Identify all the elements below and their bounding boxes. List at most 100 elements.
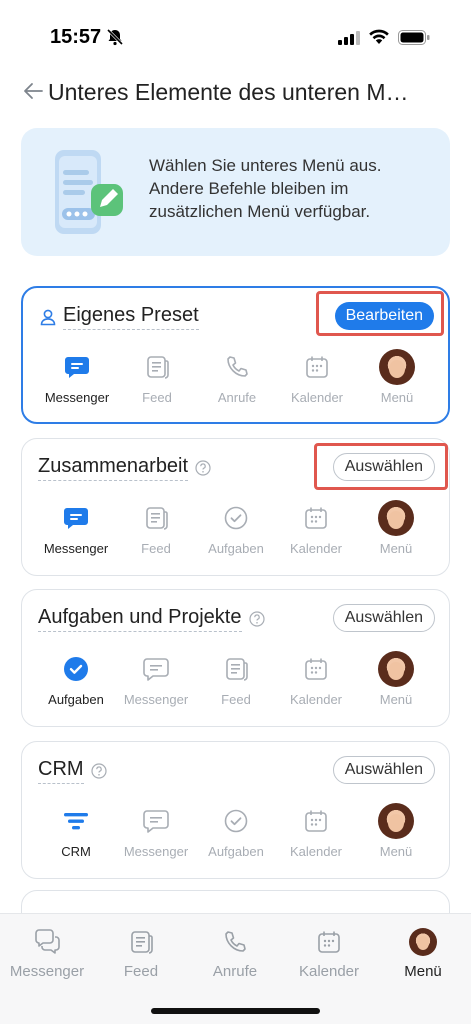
info-banner: Wählen Sie unteres Menü aus. Andere Befe… xyxy=(21,128,450,256)
item-menu: Menü xyxy=(353,348,441,405)
preset-items-row: Aufgaben Messenger Feed Kalender Menü xyxy=(22,650,451,716)
preset-card-zusammenarbeit[interactable]: Zusammenarbeit Auswählen Messenger Feed … xyxy=(21,438,450,576)
edit-button[interactable]: Bearbeiten xyxy=(334,302,434,330)
check-circle-icon xyxy=(224,809,248,833)
tab-label: Kalender xyxy=(298,963,360,980)
chat-icon xyxy=(64,508,88,529)
card-title: CRM xyxy=(38,758,84,784)
item-aufgaben: Aufgaben xyxy=(192,802,280,859)
card-title: Aufgaben und Projekte xyxy=(38,606,242,632)
item-label: Menü xyxy=(379,692,413,707)
phone-icon xyxy=(227,356,248,377)
preset-card-aufgaben-und-projekte[interactable]: Aufgaben und Projekte Auswählen Aufgaben… xyxy=(21,589,450,727)
feed-icon xyxy=(147,356,169,379)
item-label: Feed xyxy=(141,541,171,556)
avatar xyxy=(378,651,414,687)
signal-icon xyxy=(338,31,360,45)
item-label: Feed xyxy=(221,692,251,707)
help-icon[interactable] xyxy=(248,611,265,627)
item-feed: Feed xyxy=(112,499,200,556)
item-label: CRM xyxy=(61,844,91,859)
tab-label: Menü xyxy=(404,963,442,980)
bell-slash-icon xyxy=(106,28,124,46)
phone-icon xyxy=(225,931,246,952)
item-feed: Feed xyxy=(113,348,201,405)
card-header: Zusammenarbeit xyxy=(38,453,211,483)
status-bar: 15:57 xyxy=(0,0,471,70)
tab-kalender[interactable]: Kalender xyxy=(284,926,374,980)
item-menu: Menü xyxy=(352,499,440,556)
item-label: Aufgaben xyxy=(208,541,264,556)
nav-header: Unteres Elemente des unteren M… xyxy=(0,70,471,120)
item-kalender: Kalender xyxy=(272,650,360,707)
item-messenger: Messenger xyxy=(112,650,200,707)
item-label: Kalender xyxy=(290,390,344,405)
select-button[interactable]: Auswählen xyxy=(332,453,435,481)
check-circle-icon xyxy=(64,657,88,681)
card-title: Eigenes Preset xyxy=(63,304,199,330)
chat-icon xyxy=(143,658,169,681)
tab-anrufe[interactable]: Anrufe xyxy=(190,926,280,980)
item-kalender: Kalender xyxy=(272,499,360,556)
tab-feed[interactable]: Feed xyxy=(96,926,186,980)
item-label: Feed xyxy=(142,390,172,405)
feed-icon xyxy=(131,931,153,954)
item-label: Kalender xyxy=(289,844,343,859)
preset-items-row: Messenger Feed Anrufe Kalender Menü xyxy=(23,348,452,414)
card-header: CRM xyxy=(38,756,107,786)
item-menu: Menü xyxy=(352,802,440,859)
status-time: 15:57 xyxy=(50,26,102,48)
item-label: Aufgaben xyxy=(48,692,104,707)
avatar xyxy=(409,928,437,956)
feed-icon xyxy=(146,507,168,530)
select-button[interactable]: Auswählen xyxy=(332,756,435,784)
preset-card-eigenes-preset[interactable]: Eigenes Preset Bearbeiten Messenger Feed… xyxy=(21,286,450,424)
battery-icon xyxy=(398,30,430,45)
item-messenger: Messenger xyxy=(112,802,200,859)
tab-messenger[interactable]: Messenger xyxy=(2,926,92,980)
help-icon[interactable] xyxy=(195,460,211,476)
back-arrow-icon[interactable] xyxy=(22,80,44,102)
preset-card-crm[interactable]: CRM Auswählen CRM Messenger Aufgaben Kal… xyxy=(21,741,450,879)
check-circle-icon xyxy=(224,506,248,530)
item-label: Messenger xyxy=(123,692,189,707)
select-button[interactable]: Auswählen xyxy=(332,604,435,632)
item-label: Aufgaben xyxy=(208,844,264,859)
item-label: Kalender xyxy=(289,692,343,707)
user-icon xyxy=(39,308,57,326)
avatar xyxy=(378,803,414,839)
item-label: Menü xyxy=(380,390,414,405)
item-kalender: Kalender xyxy=(273,348,361,405)
phone-edit-illustration xyxy=(55,150,123,234)
chat-icon xyxy=(143,810,169,833)
page-title: Unteres Elemente des unteren M… xyxy=(48,79,409,105)
item-label: Menü xyxy=(379,541,413,556)
item-label: Anrufe xyxy=(217,390,257,405)
avatar xyxy=(379,349,415,385)
item-label: Messenger xyxy=(123,844,189,859)
calendar-icon xyxy=(305,658,327,680)
home-indicator xyxy=(151,1008,320,1014)
tab-menu[interactable]: Menü xyxy=(378,926,468,980)
item-crm: CRM xyxy=(32,802,120,859)
item-aufgaben: Aufgaben xyxy=(192,499,280,556)
item-anrufe: Anrufe xyxy=(193,348,281,405)
preset-items-row: CRM Messenger Aufgaben Kalender Menü xyxy=(22,802,451,868)
item-feed: Feed xyxy=(192,650,280,707)
tab-label: Feed xyxy=(123,963,159,980)
funnel-icon xyxy=(64,813,88,830)
calendar-icon xyxy=(318,931,340,953)
help-icon[interactable] xyxy=(90,763,107,779)
card-header: Aufgaben und Projekte xyxy=(38,604,265,634)
item-label: Messenger xyxy=(44,390,110,405)
item-label: Messenger xyxy=(43,541,109,556)
item-kalender: Kalender xyxy=(272,802,360,859)
tab-label: Messenger xyxy=(9,963,85,980)
chat-icon xyxy=(65,357,89,378)
avatar xyxy=(378,500,414,536)
item-messenger: Messenger xyxy=(32,499,120,556)
item-aufgaben: Aufgaben xyxy=(32,650,120,707)
card-title: Zusammenarbeit xyxy=(38,455,189,481)
banner-text: Wählen Sie unteres Menü aus. Andere Befe… xyxy=(149,156,382,221)
item-menu: Menü xyxy=(352,650,440,707)
